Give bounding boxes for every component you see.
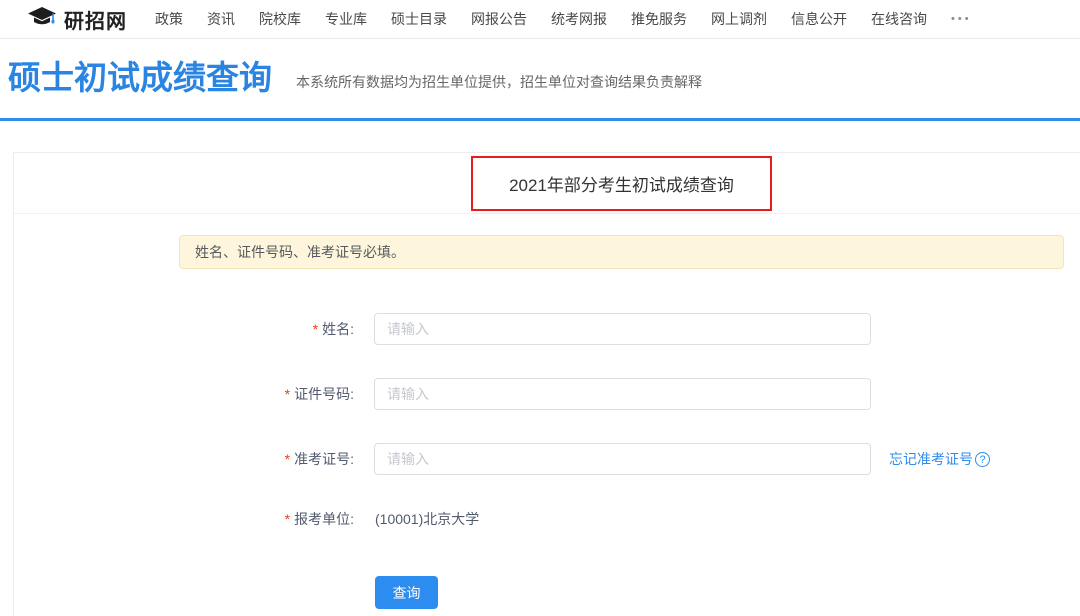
page: 研招网 政策 资讯 院校库 专业库 硕士目录 网报公告 统考网报 推免服务 网上…	[0, 0, 1080, 616]
nav-item-college-library[interactable]: 院校库	[247, 9, 313, 29]
forgot-ticket-link[interactable]: 忘记准考证号 ?	[889, 443, 990, 476]
target-unit-label: *报考单位:	[114, 503, 354, 536]
ticket-number-input[interactable]	[374, 443, 871, 475]
name-input[interactable]	[374, 313, 871, 345]
page-header: 硕士初试成绩查询 本系统所有数据均为招生单位提供，招生单位对查询结果负责解释	[8, 56, 702, 100]
page-subtitle: 本系统所有数据均为招生单位提供，招生单位对查询结果负责解释	[296, 72, 702, 92]
nav-item-major-library[interactable]: 专业库	[313, 9, 379, 29]
card-header: 2021年部分考生初试成绩查询	[14, 153, 1080, 214]
form-row-ticket-number: *准考证号: 忘记准考证号 ?	[14, 443, 1080, 476]
nav-item-policy[interactable]: 政策	[143, 9, 195, 29]
name-label: *姓名:	[114, 313, 354, 346]
nav-menu: 政策 资讯 院校库 专业库 硕士目录 网报公告 统考网报 推免服务 网上调剂 信…	[143, 9, 984, 29]
required-asterisk: *	[313, 321, 318, 337]
form-row-name: *姓名:	[14, 313, 1080, 346]
id-number-label: *证件号码:	[114, 378, 354, 411]
nav-item-unified-exam-report[interactable]: 统考网报	[539, 9, 619, 29]
graduation-cap-icon	[27, 6, 57, 33]
query-button[interactable]: 查询	[375, 576, 438, 609]
site-name: 研招网	[64, 5, 127, 34]
nav-item-online-consult[interactable]: 在线咨询	[859, 9, 939, 29]
form-row-id-number: *证件号码:	[14, 378, 1080, 411]
nav-item-online-report-notice[interactable]: 网报公告	[459, 9, 539, 29]
nav-more-icon[interactable]: •••	[939, 13, 984, 25]
nav-item-news[interactable]: 资讯	[195, 9, 247, 29]
nav-item-info-disclosure[interactable]: 信息公开	[779, 9, 859, 29]
required-asterisk: *	[285, 386, 290, 402]
required-asterisk: *	[285, 511, 290, 527]
required-fields-notice: 姓名、证件号码、准考证号必填。	[179, 235, 1064, 269]
question-circle-icon: ?	[975, 452, 990, 467]
site-logo[interactable]: 研招网	[27, 5, 127, 34]
nav-item-online-adjustment[interactable]: 网上调剂	[699, 9, 779, 29]
ticket-number-label: *准考证号:	[114, 443, 354, 476]
top-nav: 研招网 政策 资讯 院校库 专业库 硕士目录 网报公告 统考网报 推免服务 网上…	[0, 0, 1080, 39]
id-number-input[interactable]	[374, 378, 871, 410]
required-asterisk: *	[285, 451, 290, 467]
page-title: 硕士初试成绩查询	[8, 56, 272, 100]
query-card: 2021年部分考生初试成绩查询 姓名、证件号码、准考证号必填。 *姓名: *证件…	[13, 152, 1080, 616]
card-title: 2021年部分考生初试成绩查询	[509, 171, 734, 196]
annotation-box: 2021年部分考生初试成绩查询	[471, 156, 772, 211]
nav-item-exempt-service[interactable]: 推免服务	[619, 9, 699, 29]
target-unit-value: (10001)北京大学	[375, 503, 479, 536]
form-row-target-unit: *报考单位: (10001)北京大学	[14, 503, 1080, 536]
header-divider	[0, 118, 1080, 121]
form-row-submit: 查询	[14, 576, 1080, 609]
nav-item-master-catalog[interactable]: 硕士目录	[379, 9, 459, 29]
